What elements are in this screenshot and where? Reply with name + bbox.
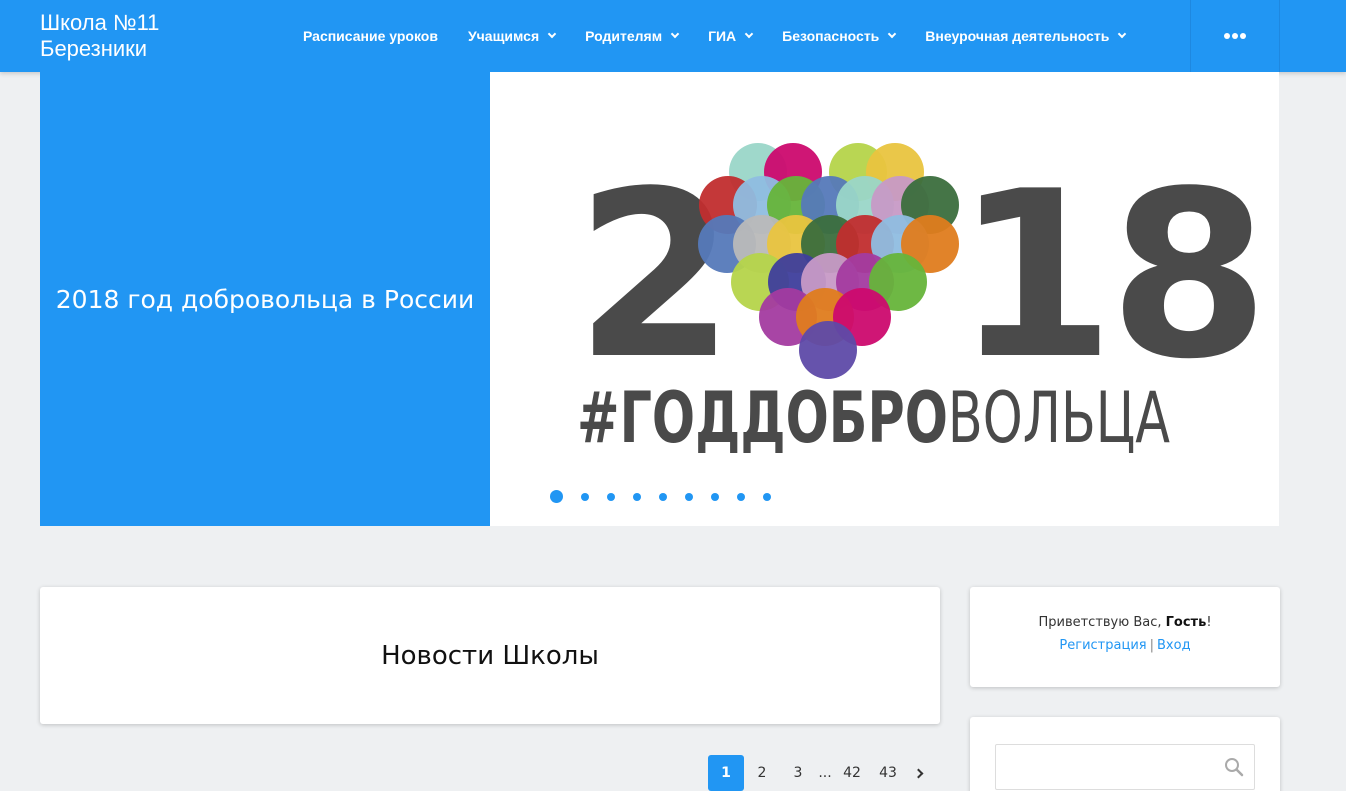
slider-dot[interactable] <box>685 492 693 501</box>
auth-links: Регистрация | Вход <box>970 638 1280 653</box>
year-of-volunteer-logo: 2 18 #ГОДДОБРОВОЛЬЦА <box>575 143 1269 459</box>
logo-circle <box>799 321 857 379</box>
nav-item-safety[interactable]: Безопасность <box>782 28 897 44</box>
site-logo[interactable]: Школа №11 Березники <box>40 10 159 62</box>
slider-dot[interactable] <box>607 492 615 501</box>
ellipsis-icon <box>1240 33 1246 39</box>
site-title-line2: Березники <box>40 36 148 61</box>
login-link[interactable]: Вход <box>1157 638 1191 653</box>
chevron-down-icon <box>1118 29 1127 39</box>
pagination-ellipsis: ... <box>818 765 832 781</box>
nav-item-label: Учащимся <box>467 28 540 44</box>
logo-hashtag: #ГОДДОБРОВОЛЬЦА <box>577 377 1170 459</box>
slide-caption: 2018 год добровольца в России <box>55 284 475 314</box>
news-title: Новости Школы <box>381 640 599 671</box>
greeting-text: Приветствую Вас, <box>1038 615 1166 630</box>
page-43-button[interactable]: 43 <box>870 755 906 791</box>
register-link[interactable]: Регистрация <box>1059 638 1146 653</box>
slider-dot[interactable] <box>711 492 719 501</box>
nav-item-parents[interactable]: Родителям <box>585 28 680 44</box>
slide-image[interactable]: 2 18 #ГОДДОБРОВОЛЬЦА <box>490 72 1279 526</box>
page-2-button[interactable]: 2 <box>744 755 780 791</box>
nav-item-students[interactable]: Учащимся <box>467 28 557 44</box>
search-input[interactable] <box>996 745 1216 789</box>
chevron-down-icon <box>744 29 754 39</box>
ellipsis-icon <box>1224 33 1230 39</box>
heart-of-circles <box>698 143 959 379</box>
site-title-line1: Школа №11 <box>40 10 160 35</box>
slide-caption-panel[interactable]: 2018 год добровольца в России <box>40 72 490 526</box>
chevron-down-icon <box>670 29 680 39</box>
slider-dot[interactable] <box>737 492 745 501</box>
nav-item-label: Расписание уроков <box>303 28 438 44</box>
more-menu-button[interactable] <box>1190 0 1280 72</box>
slider-dot[interactable] <box>581 492 589 501</box>
slider-dot[interactable] <box>659 492 667 501</box>
site-header: Школа №11 Березники Расписание уроков Уч… <box>0 0 1346 72</box>
nav-item-schedule[interactable]: Расписание уроков <box>303 28 438 44</box>
page-42-button[interactable]: 42 <box>834 755 870 791</box>
news-pagination: 1 2 3 ... 42 43 <box>708 755 930 791</box>
hero-slider: 2018 год добровольца в России 2 18 #ГОДД… <box>40 72 1279 526</box>
next-page-button[interactable] <box>906 755 930 791</box>
ellipsis-icon <box>1232 33 1238 39</box>
search-widget <box>970 717 1280 791</box>
search-icon[interactable] <box>1224 757 1244 777</box>
nav-item-label: Внеурочная деятельность <box>925 28 1110 44</box>
news-section-header: Новости Школы <box>40 587 940 724</box>
slider-dot[interactable] <box>550 490 563 503</box>
nav-item-gia[interactable]: ГИА <box>708 28 754 44</box>
nav-item-label: Родителям <box>585 28 663 44</box>
chevron-right-icon <box>913 768 923 778</box>
greeting-exclaim: ! <box>1206 615 1212 630</box>
search-box <box>995 744 1255 790</box>
user-name: Гость <box>1165 615 1207 630</box>
chevron-down-icon <box>547 29 557 39</box>
slider-dot[interactable] <box>633 492 641 501</box>
welcome-greeting: Приветствую Вас, Гость! <box>970 615 1280 630</box>
chevron-down-icon <box>888 29 897 39</box>
nav-item-label: ГИА <box>708 28 737 44</box>
logo-year-right: 18 <box>955 143 1263 410</box>
nav-item-extracurricular[interactable]: Внеурочная деятельность <box>925 28 1127 44</box>
page-3-button[interactable]: 3 <box>780 755 816 791</box>
slider-dot[interactable] <box>763 492 771 501</box>
slider-pagination <box>550 490 789 503</box>
main-nav: Расписание уроков Учащимся Родителям ГИА… <box>303 0 1155 72</box>
welcome-widget: Приветствую Вас, Гость! Регистрация | Вход <box>970 587 1280 687</box>
nav-item-label: Безопасность <box>782 28 880 44</box>
page-1-button[interactable]: 1 <box>708 755 744 791</box>
link-separator: | <box>1149 638 1154 653</box>
